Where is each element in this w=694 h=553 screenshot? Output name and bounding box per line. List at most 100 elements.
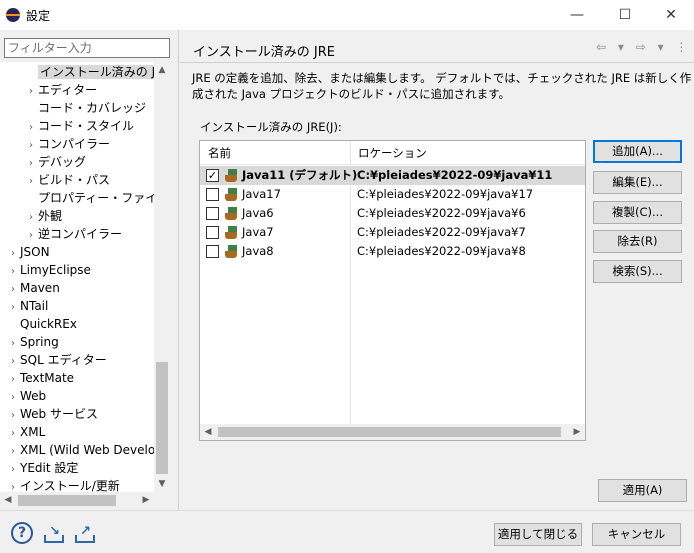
tree-item-maven[interactable]: › Maven xyxy=(6,279,60,297)
table-row[interactable]: Java8 C:¥pleiades¥2022-09¥java¥8 xyxy=(200,242,585,261)
tree-item-code-style[interactable]: › コード・スタイル xyxy=(24,117,134,135)
add-button[interactable]: 追加(A)... xyxy=(593,140,682,163)
edit-button[interactable]: 編集(E)... xyxy=(593,171,682,194)
jre-location: C:¥pleiades¥2022-09¥java¥17 xyxy=(357,187,534,201)
tree-item-label: 逆コンパイラー xyxy=(38,227,123,241)
jre-checkbox[interactable] xyxy=(206,245,219,258)
export-icon[interactable]: ↗ xyxy=(74,524,96,544)
close-button[interactable]: ✕ xyxy=(648,0,694,30)
tree-item-sql-editor[interactable]: › SQL エディター xyxy=(6,351,107,369)
tree-horizontal-scrollbar[interactable]: ◀ ▶ xyxy=(0,492,154,509)
tree-item-decompiler[interactable]: › 逆コンパイラー xyxy=(24,225,122,243)
filter-input[interactable]: フィルター入力 xyxy=(4,38,170,58)
tree-item-yedit[interactable]: › YEdit 設定 xyxy=(6,459,78,477)
tree-item-quickrex[interactable]: QuickREx xyxy=(6,315,77,333)
maximize-button[interactable]: ☐ xyxy=(602,0,648,30)
table-row[interactable]: Java17 C:¥pleiades¥2022-09¥java¥17 xyxy=(200,185,585,204)
help-icon[interactable]: ? xyxy=(11,522,33,544)
tree-item-build-path[interactable]: › ビルド・パス xyxy=(24,171,110,189)
jre-icon xyxy=(224,207,238,220)
table-row[interactable]: ✓ Java11 (デフォルト) C:¥pleiades¥2022-09¥jav… xyxy=(200,166,585,185)
tree-item-label: JSON xyxy=(20,245,50,259)
tree-item-json[interactable]: › JSON xyxy=(6,243,50,261)
jre-name: Java11 (デフォルト) xyxy=(242,168,358,182)
jre-icon xyxy=(224,226,238,239)
page-navigation-controls[interactable]: ⇦ ▾ ⇨ ▾ ⋮ xyxy=(596,40,691,54)
jre-location: C:¥pleiades¥2022-09¥java¥8 xyxy=(357,244,526,258)
tree-item-xml-wild-web[interactable]: › XML (Wild Web Develop xyxy=(6,441,154,459)
import-icon[interactable]: ↘ xyxy=(43,524,65,544)
tree-item-compiler[interactable]: › コンパイラー xyxy=(24,135,110,153)
tree-item-label: インストール済みの JRE xyxy=(38,65,154,79)
tree-item-web[interactable]: › Web xyxy=(6,387,46,405)
scroll-up-icon[interactable]: ▲ xyxy=(154,62,170,78)
tree-item-install-update[interactable]: › インストール/更新 xyxy=(6,477,120,492)
tree-item-label: YEdit 設定 xyxy=(20,461,79,475)
tree-item-label: Maven xyxy=(20,281,60,295)
tree-vertical-scrollbar[interactable]: ▲ ▼ xyxy=(154,62,170,492)
tree-item-label: Web サービス xyxy=(20,407,98,421)
search-button[interactable]: 検索(S)... xyxy=(593,260,682,283)
apply-and-close-button[interactable]: 適用して閉じる xyxy=(494,523,582,546)
scroll-right-icon[interactable]: ▶ xyxy=(138,492,154,509)
tree-item-label: XML xyxy=(20,425,46,439)
column-header-location[interactable]: ロケーション xyxy=(350,141,585,165)
tree-item-label: 外観 xyxy=(38,209,63,223)
table-row[interactable]: Java7 C:¥pleiades¥2022-09¥java¥7 xyxy=(200,223,585,242)
chevron-right-icon[interactable]: › xyxy=(6,479,20,492)
tree-item-label: エディター xyxy=(38,83,98,97)
jre-table: 名前 ロケーション ✓ Java11 (デフォルト) C:¥pleiades¥2… xyxy=(199,140,586,441)
tree-item-label: SQL エディター xyxy=(20,353,107,367)
tree-item-ntail[interactable]: › NTail xyxy=(6,297,48,315)
pane-divider[interactable] xyxy=(178,30,179,510)
column-header-name[interactable]: 名前 xyxy=(200,141,350,165)
table-horizontal-scrollbar[interactable]: ◀ ▶ xyxy=(200,424,585,440)
jre-location: C:¥pleiades¥2022-09¥java¥11 xyxy=(357,168,553,182)
scrollbar-thumb[interactable] xyxy=(18,495,116,506)
minimize-button[interactable]: — xyxy=(554,0,600,30)
tree-item-label: プロパティー・ファイル・エデ xyxy=(38,191,154,205)
tree-item-spring[interactable]: › Spring xyxy=(6,333,59,351)
scrollbar-thumb[interactable] xyxy=(156,362,168,474)
jre-name: Java8 xyxy=(242,244,274,258)
jre-icon xyxy=(224,188,238,201)
jre-checkbox[interactable] xyxy=(206,226,219,239)
scroll-down-icon[interactable]: ▼ xyxy=(154,476,170,492)
jre-checkbox[interactable] xyxy=(206,207,219,220)
tree-item-editor[interactable]: › エディター xyxy=(24,81,97,99)
jre-checkbox[interactable]: ✓ xyxy=(206,169,219,182)
tree-item-label: XML (Wild Web Develop xyxy=(20,443,154,457)
duplicate-button[interactable]: 複製(C)... xyxy=(593,201,682,224)
tree-item-limyeclipse[interactable]: › LimyEclipse xyxy=(6,261,91,279)
tree-item-debug[interactable]: › デバッグ xyxy=(24,153,86,171)
cancel-button[interactable]: キャンセル xyxy=(592,523,681,546)
jre-list-label: インストール済みの JRE(J): xyxy=(200,120,342,134)
jre-icon xyxy=(224,245,238,258)
tree-item-label: コード・スタイル xyxy=(38,119,135,133)
scroll-left-icon[interactable]: ◀ xyxy=(200,424,216,440)
jre-location: C:¥pleiades¥2022-09¥java¥6 xyxy=(357,206,526,220)
tree-item-properties-file-editor[interactable]: プロパティー・ファイル・エデ xyxy=(24,189,154,207)
window-title: 設定 xyxy=(26,9,51,23)
scroll-left-icon[interactable]: ◀ xyxy=(0,492,16,509)
tree-item-appearance[interactable]: › 外観 xyxy=(24,207,62,225)
page-description: JRE の定義を追加、除去、または編集します。 デフォルトでは、チェックされた … xyxy=(192,71,692,101)
tree-item-label: ビルド・パス xyxy=(38,173,111,187)
scrollbar-thumb[interactable] xyxy=(218,427,561,437)
tree-item-textmate[interactable]: › TextMate xyxy=(6,369,74,387)
scroll-right-icon[interactable]: ▶ xyxy=(569,424,585,440)
tree-item-xml[interactable]: › XML xyxy=(6,423,45,441)
remove-button[interactable]: 除去(R) xyxy=(593,230,682,253)
jre-icon xyxy=(224,169,238,182)
tree-item-label: Web xyxy=(20,389,47,403)
jre-checkbox[interactable] xyxy=(206,188,219,201)
tree-item-label: Spring xyxy=(20,335,59,349)
tree-item-label: コード・カバレッジ xyxy=(38,101,147,115)
jre-name: Java7 xyxy=(242,225,274,239)
tree-item-installed-jre[interactable]: インストール済みの JRE xyxy=(24,63,154,81)
tree-item-code-coverage[interactable]: コード・カバレッジ xyxy=(24,99,146,117)
apply-button[interactable]: 適用(A) xyxy=(598,479,687,502)
title-bar: 設定 — ☐ ✕ xyxy=(0,0,694,30)
tree-item-web-services[interactable]: › Web サービス xyxy=(6,405,98,423)
table-row[interactable]: Java6 C:¥pleiades¥2022-09¥java¥6 xyxy=(200,204,585,223)
